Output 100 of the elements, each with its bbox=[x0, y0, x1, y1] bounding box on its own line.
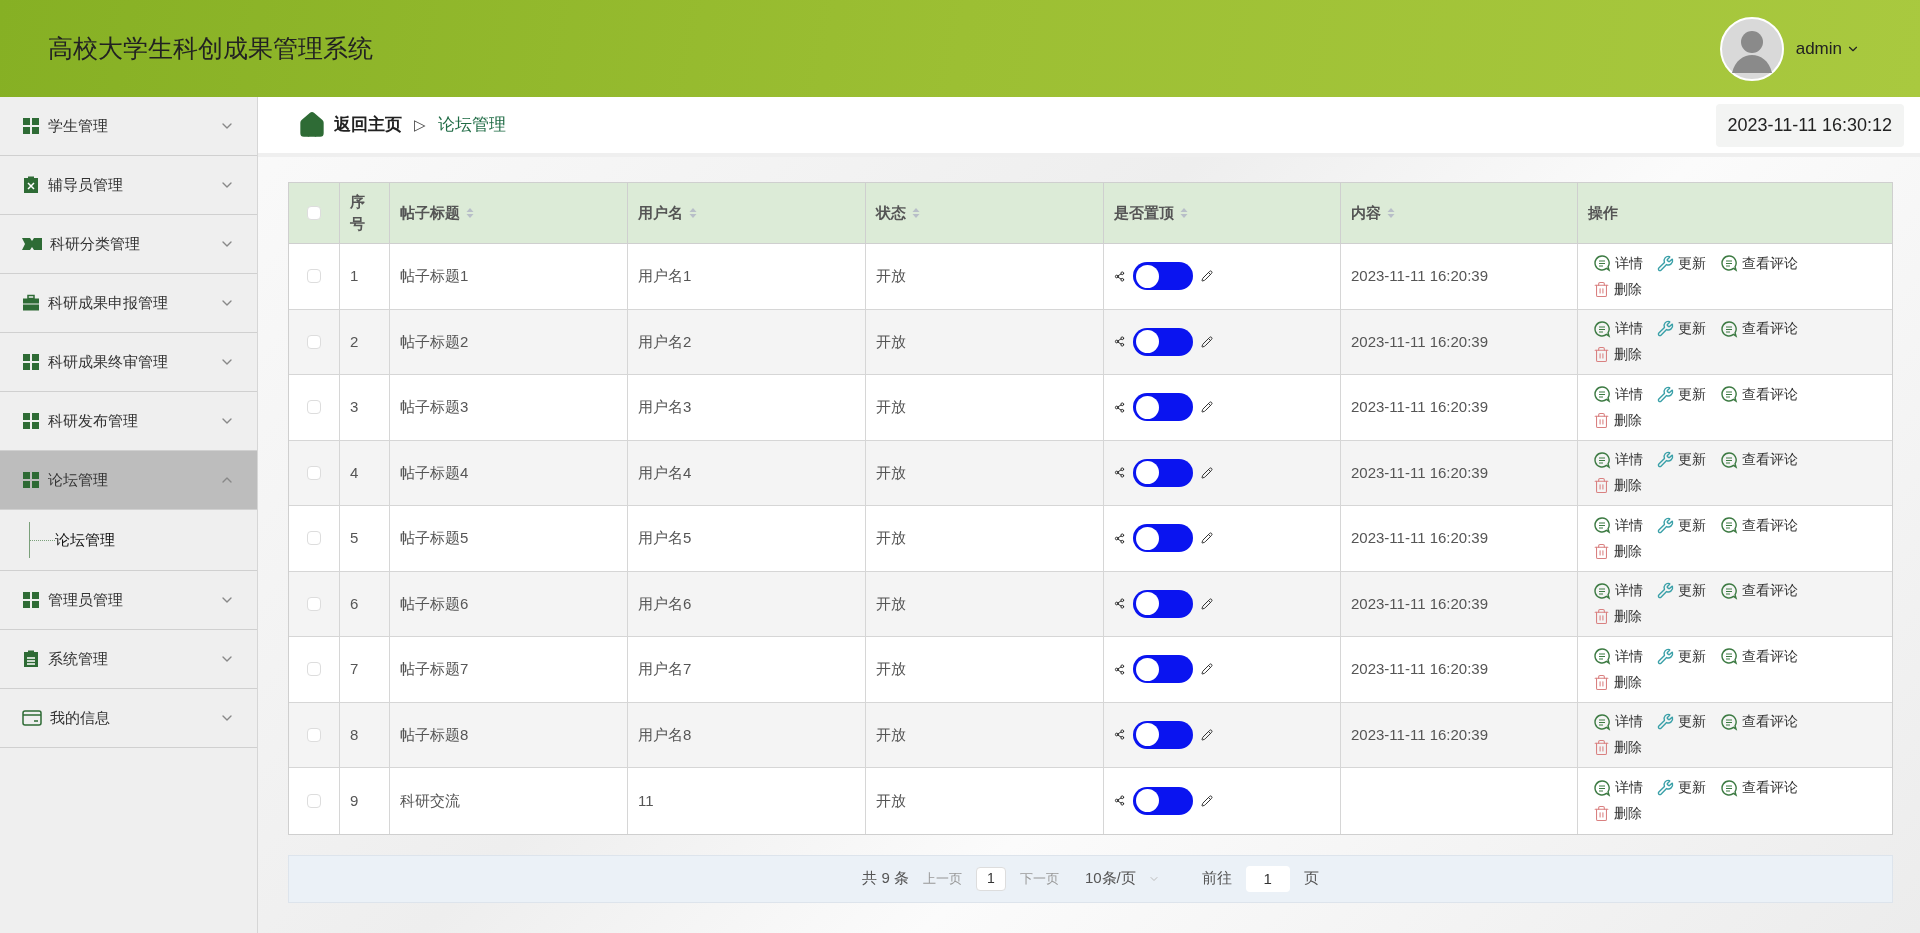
pin-toggle[interactable] bbox=[1133, 786, 1193, 815]
pin-toggle[interactable] bbox=[1133, 393, 1193, 422]
action-link[interactable]: 删除 bbox=[1593, 344, 1642, 366]
action-link[interactable]: 更新 bbox=[1657, 711, 1706, 733]
table-cell-text: 开放 bbox=[876, 528, 906, 548]
table-cell-text: 帖子标题8 bbox=[400, 724, 469, 745]
pin-toggle[interactable] bbox=[1133, 655, 1193, 684]
action-link[interactable]: 删除 bbox=[1593, 803, 1642, 825]
action-link[interactable]: 更新 bbox=[1657, 252, 1706, 274]
action-link[interactable]: 更新 bbox=[1657, 383, 1706, 405]
pin-toggle[interactable] bbox=[1133, 524, 1193, 553]
action-link[interactable]: 更新 bbox=[1657, 514, 1706, 536]
pin-toggle[interactable] bbox=[1133, 720, 1193, 749]
select-all-checkbox[interactable] bbox=[307, 206, 321, 220]
sidebar-subitem[interactable]: 论坛管理 bbox=[55, 528, 115, 552]
action-link[interactable]: 查看评论 bbox=[1720, 645, 1798, 667]
comment-icon bbox=[1593, 647, 1611, 666]
pin-toggle[interactable] bbox=[1133, 589, 1193, 618]
home-icon[interactable] bbox=[298, 111, 326, 139]
row-checkbox[interactable] bbox=[307, 727, 321, 742]
pencil-icon[interactable] bbox=[1201, 663, 1213, 676]
goto-page-field[interactable]: 1 bbox=[1245, 865, 1290, 892]
action-link[interactable]: 删除 bbox=[1593, 475, 1642, 497]
pencil-icon[interactable] bbox=[1201, 532, 1213, 545]
action-link[interactable]: 更新 bbox=[1657, 777, 1706, 799]
action-link[interactable]: 删除 bbox=[1593, 540, 1642, 562]
action-link[interactable]: 详情 bbox=[1593, 645, 1643, 667]
table-cell-text: 9 bbox=[350, 790, 359, 811]
pencil-icon[interactable] bbox=[1201, 728, 1213, 741]
action-link[interactable]: 更新 bbox=[1657, 645, 1706, 667]
action-link[interactable]: 详情 bbox=[1593, 383, 1643, 405]
table-cell-text: 2023-11-11 16:20:39 bbox=[1351, 528, 1489, 548]
pencil-icon[interactable] bbox=[1201, 597, 1213, 610]
pencil-icon[interactable] bbox=[1201, 466, 1213, 479]
row-checkbox[interactable] bbox=[307, 793, 321, 808]
share-icon bbox=[1114, 795, 1125, 807]
action-link[interactable]: 删除 bbox=[1593, 409, 1642, 431]
column-header: 是否置顶 bbox=[1114, 202, 1174, 223]
action-link[interactable]: 详情 bbox=[1593, 252, 1643, 274]
trash-icon bbox=[1593, 477, 1610, 495]
sidebar-item[interactable]: 论坛管理 bbox=[0, 451, 257, 510]
action-link[interactable]: 更新 bbox=[1657, 449, 1706, 471]
row-checkbox[interactable] bbox=[307, 531, 321, 546]
action-link[interactable]: 详情 bbox=[1593, 777, 1643, 799]
action-link[interactable]: 详情 bbox=[1593, 514, 1643, 536]
clipboard-icon bbox=[22, 176, 40, 194]
pencil-icon[interactable] bbox=[1201, 401, 1213, 414]
table-cell-text: 帖子标题3 bbox=[400, 397, 469, 417]
table-cell-text: 开放 bbox=[876, 790, 906, 811]
avatar[interactable] bbox=[1719, 16, 1784, 81]
table-cell-text: 用户名2 bbox=[638, 331, 692, 352]
action-link[interactable]: 更新 bbox=[1657, 580, 1706, 602]
home-link[interactable]: 返回主页 bbox=[334, 112, 402, 138]
action-link[interactable]: 删除 bbox=[1593, 606, 1642, 628]
pencil-icon[interactable] bbox=[1201, 794, 1213, 807]
action-link[interactable]: 删除 bbox=[1593, 278, 1642, 300]
wrench-icon bbox=[1657, 779, 1674, 797]
table-cell-text: 2023-11-11 16:20:39 bbox=[1351, 397, 1489, 417]
table-cell-text: 2023-11-11 16:20:39 bbox=[1351, 659, 1489, 679]
action-link[interactable]: 详情 bbox=[1593, 711, 1643, 733]
action-link[interactable]: 更新 bbox=[1657, 318, 1706, 340]
table-cell-text: 1 bbox=[350, 266, 359, 286]
pin-toggle[interactable] bbox=[1133, 458, 1193, 487]
comment-icon bbox=[1593, 516, 1611, 535]
table-cell-text: 帖子标题2 bbox=[400, 331, 469, 352]
page-size-select[interactable]: 10条/页 bbox=[1084, 867, 1160, 890]
action-link[interactable]: 查看评论 bbox=[1720, 711, 1798, 733]
row-checkbox[interactable] bbox=[307, 596, 321, 611]
action-link[interactable]: 查看评论 bbox=[1720, 777, 1798, 799]
action-link[interactable]: 详情 bbox=[1593, 580, 1643, 602]
action-link[interactable]: 查看评论 bbox=[1720, 252, 1798, 274]
row-checkbox[interactable] bbox=[307, 400, 321, 415]
card-icon bbox=[22, 709, 42, 727]
table-cell-text: 11 bbox=[638, 790, 654, 811]
action-link[interactable]: 查看评论 bbox=[1720, 580, 1798, 602]
action-link[interactable]: 查看评论 bbox=[1720, 449, 1798, 471]
action-link[interactable]: 详情 bbox=[1593, 449, 1643, 471]
table-cell-text: 开放 bbox=[876, 724, 906, 745]
user-menu[interactable]: admin bbox=[1795, 35, 1860, 62]
grid-icon bbox=[22, 471, 40, 489]
row-checkbox[interactable] bbox=[307, 465, 321, 480]
table-cell-text: 帖子标题5 bbox=[400, 528, 469, 548]
table-cell-text: 用户名7 bbox=[638, 659, 692, 679]
row-checkbox[interactable] bbox=[307, 334, 321, 349]
row-checkbox[interactable] bbox=[307, 662, 321, 677]
action-link[interactable]: 查看评论 bbox=[1720, 318, 1798, 340]
action-link[interactable]: 查看评论 bbox=[1720, 383, 1798, 405]
share-icon bbox=[1114, 270, 1125, 282]
row-checkbox[interactable] bbox=[307, 269, 321, 284]
action-link[interactable]: 查看评论 bbox=[1720, 514, 1798, 536]
pin-toggle[interactable] bbox=[1133, 327, 1193, 356]
pencil-icon[interactable] bbox=[1201, 270, 1213, 283]
comment-icon bbox=[1720, 516, 1738, 535]
pencil-icon[interactable] bbox=[1201, 335, 1213, 348]
pin-toggle[interactable] bbox=[1133, 262, 1193, 291]
action-link[interactable]: 详情 bbox=[1593, 318, 1643, 340]
table-cell-text: 2023-11-11 16:20:39 bbox=[1351, 462, 1489, 483]
action-link[interactable]: 删除 bbox=[1593, 671, 1642, 693]
page-number[interactable]: 1 bbox=[975, 866, 1006, 891]
action-link[interactable]: 删除 bbox=[1593, 737, 1642, 759]
